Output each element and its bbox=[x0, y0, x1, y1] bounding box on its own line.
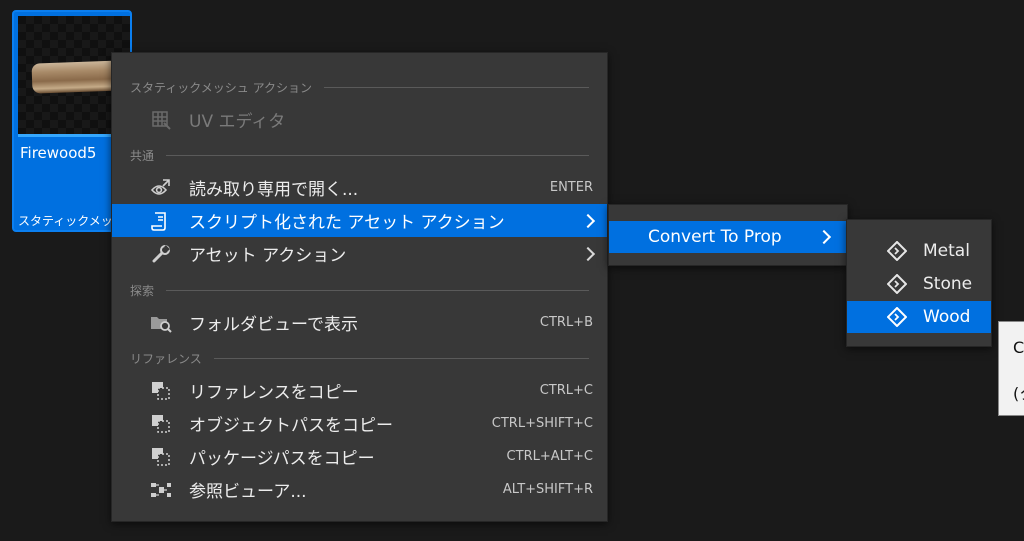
menu-item-convert-to-prop[interactable]: Convert To Prop bbox=[609, 221, 847, 253]
menu-item-shortcut: CTRL+C bbox=[539, 383, 593, 398]
copy-package-icon bbox=[150, 446, 172, 468]
action-diamond-icon bbox=[887, 274, 907, 294]
menu-item-label: パッケージパスをコピー bbox=[189, 449, 375, 469]
menu-item-reference-viewer[interactable]: 参照ビューア... ALT+SHIFT+R bbox=[112, 473, 607, 506]
asset-name: Firewood5 bbox=[20, 144, 97, 162]
menu-item-asset-actions[interactable]: アセット アクション bbox=[112, 237, 607, 270]
menu-item-label: スクリプト化された アセット アクション bbox=[189, 213, 505, 233]
menu-item-label: Wood bbox=[923, 307, 971, 327]
tooltip-line-1: C bbox=[1013, 338, 1024, 357]
menu-item-shortcut: CTRL+SHIFT+C bbox=[491, 416, 593, 431]
section-header-common: 共通 bbox=[130, 147, 589, 163]
copy-reference-icon bbox=[150, 380, 172, 402]
menu-item-show-in-folder[interactable]: フォルダビューで表示 CTRL+B bbox=[112, 306, 607, 339]
chevron-right-icon bbox=[580, 213, 596, 228]
copy-path-icon bbox=[150, 413, 172, 435]
action-diamond-icon bbox=[887, 241, 907, 261]
menu-item-label: Stone bbox=[923, 274, 973, 294]
reference-viewer-icon bbox=[150, 479, 172, 501]
menu-item-label: Convert To Prop bbox=[648, 227, 782, 247]
menu-item-label: 参照ビューア... bbox=[189, 482, 307, 502]
menu-item-open-readonly[interactable]: 読み取り専用で開く... ENTER bbox=[112, 171, 607, 204]
menu-item-label: オブジェクトパスをコピー bbox=[189, 416, 393, 436]
menu-item-shortcut: ENTER bbox=[549, 180, 593, 195]
menu-item-label: アセット アクション bbox=[189, 246, 347, 266]
menu-item-scripted-asset-actions[interactable]: スクリプト化された アセット アクション bbox=[112, 204, 607, 237]
open-readonly-icon bbox=[150, 177, 172, 199]
menu-item-wood[interactable]: Wood bbox=[847, 301, 991, 333]
menu-item-label: UV エディタ bbox=[189, 112, 286, 132]
menu-item-copy-package-path[interactable]: パッケージパスをコピー CTRL+ALT+C bbox=[112, 440, 607, 473]
menu-item-metal[interactable]: Metal bbox=[847, 235, 991, 267]
action-diamond-icon bbox=[887, 307, 907, 327]
section-header-references: リファレンス bbox=[130, 350, 589, 366]
menu-item-shortcut: ALT+SHIFT+R bbox=[502, 482, 593, 497]
asset-type: スタティックメッシュ bbox=[18, 214, 118, 228]
menu-item-copy-reference[interactable]: リファレンスをコピー CTRL+C bbox=[112, 374, 607, 407]
tooltip: C (ク bbox=[998, 321, 1024, 416]
menu-item-shortcut: CTRL+B bbox=[539, 315, 593, 330]
tooltip-line-2: (ク bbox=[1013, 384, 1024, 403]
section-header-static-mesh: スタティックメッシュ アクション bbox=[130, 79, 589, 95]
menu-item-label: フォルダビューで表示 bbox=[189, 315, 358, 335]
menu-item-label: Metal bbox=[923, 241, 970, 261]
chevron-right-icon bbox=[580, 246, 596, 261]
menu-item-label: 読み取り専用で開く... bbox=[189, 180, 359, 200]
menu-item-shortcut: CTRL+ALT+C bbox=[506, 449, 593, 464]
script-icon bbox=[150, 210, 172, 232]
section-header-explore: 探索 bbox=[130, 282, 589, 298]
menu-item-label: リファレンスをコピー bbox=[189, 383, 359, 403]
menu-item-stone[interactable]: Stone bbox=[847, 268, 991, 300]
chevron-right-icon bbox=[816, 229, 832, 245]
menu-item-uv-editor[interactable]: UV エディタ bbox=[112, 103, 607, 136]
convert-to-prop-submenu: Metal Stone Wood bbox=[846, 219, 992, 347]
uv-grid-icon bbox=[150, 109, 172, 131]
folder-search-icon bbox=[150, 312, 172, 334]
scripted-actions-submenu: Convert To Prop bbox=[608, 204, 848, 266]
menu-item-copy-object-path[interactable]: オブジェクトパスをコピー CTRL+SHIFT+C bbox=[112, 407, 607, 440]
wrench-icon bbox=[150, 243, 172, 265]
context-menu: スタティックメッシュ アクション UV エディタ 共通 読み取り専用で開く...… bbox=[111, 52, 608, 522]
